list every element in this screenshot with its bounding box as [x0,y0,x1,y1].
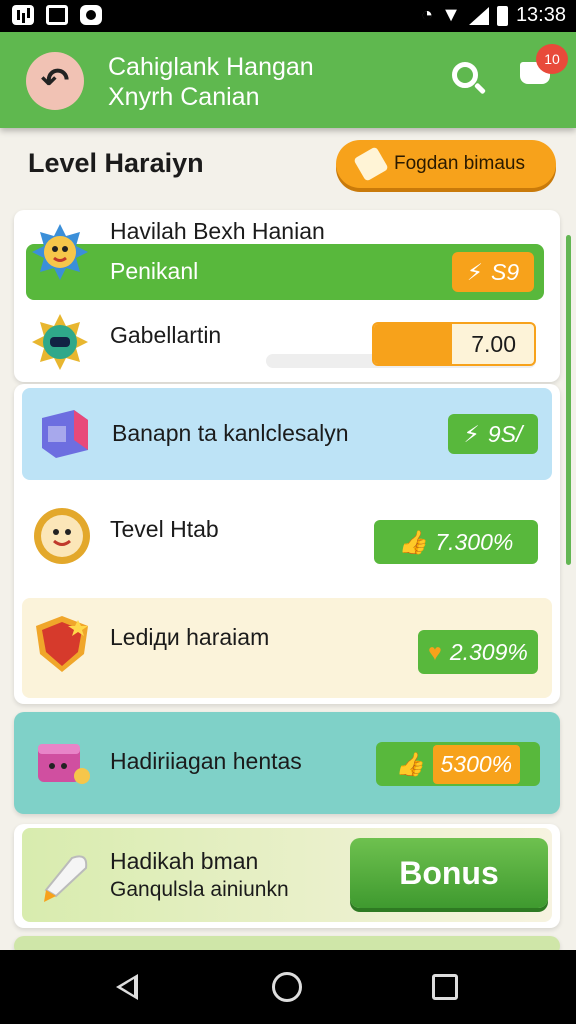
app-title: Cahiglank Hangan Xnyrh Canian [108,52,314,112]
list-item-task-3[interactable]: Lediди haraiam ♥ 2.309% [22,598,552,698]
shield-badge-icon [36,616,88,672]
chart-notification-icon [12,5,34,25]
scrollbar[interactable] [566,235,571,565]
list-item-teal[interactable]: Hadiriiagan hentas 👍 5300% [14,712,560,814]
search-button[interactable] [448,58,488,98]
list-item-label: Gabellartin [110,322,222,348]
cart-count-badge: 10 [536,44,568,74]
badge-value: 7.00 [471,330,516,357]
app-title-line1: Cahiglank Hangan [108,53,314,81]
gear-badge-icon [32,314,88,370]
list-item-label: Banapn ta kanlclesalyn [112,420,349,446]
heart-icon: ♥ [428,638,442,665]
value-badge: 👍 7.300% [374,520,538,564]
badge-value: 2.309% [449,638,528,665]
card-heading: Havilah Bexh Hanian [110,218,325,244]
treasure-box-icon [38,744,90,784]
bonus-button-label: Bonus [399,854,499,891]
back-button[interactable]: ↶ [26,52,84,110]
system-nav-bar [0,950,576,1024]
gift-icon [353,146,389,182]
list-item-label: Lediди haraiam [110,624,270,650]
list-item-label: Hadiriiagan hentas [110,748,302,774]
notification-icons [12,5,102,25]
nav-recents-icon[interactable] [432,974,458,1000]
badge-value: 7.300% [435,528,514,555]
badge-value: 9S/ [487,420,523,447]
smiley-medal-icon [34,508,90,564]
list-item-task-2[interactable]: Tevel Htab 👍 7.300% [22,490,552,590]
signal-icon [468,6,489,25]
battery-icon [496,5,508,26]
bonus-pill-button[interactable]: Fogdan bimaus [336,140,556,188]
bonus-button[interactable]: Bonus [350,838,548,908]
mascot-badge-icon [32,224,88,280]
list-item-label: Penikanl [110,258,199,284]
nav-home-icon[interactable] [272,972,302,1002]
wifi-icon: ▼ [441,4,461,26]
mail-notification-icon [46,5,68,25]
value-badge: ♥ 2.309% [418,630,538,674]
page-title: Level Haraiyn [28,148,204,178]
list-item-task-1[interactable]: Banapn ta kanlclesalyn ⚡ 9S/ [22,388,552,480]
badge-value: 5300% [432,744,521,784]
thumbs-up-icon: 👍 [395,750,425,777]
app-notification-icon [80,5,102,25]
progress-value-badge: 7.00 [372,322,536,366]
system-status: ◔ ▼ 13:38 [421,4,566,27]
reward-card: Havilah Bexh Hanian Penikanl ⚡ S9 Gabell… [14,210,560,382]
app-title-line2: Xnyrh Canian [108,83,260,111]
back-arrow-icon: ↶ [40,62,70,100]
bonus-pill-label: Fogdan bimaus [394,153,525,174]
list-item-penikanl[interactable]: Penikanl ⚡ S9 [26,244,544,300]
bonus-card-title: Hadikah bman [110,848,259,874]
badge-value: S9 [491,258,520,285]
value-badge: ⚡ S9 [452,252,534,292]
list-item-label: Tevel Htab [110,516,219,542]
bonus-card-subtitle: Ganqulsla ainiunkn [110,878,289,901]
alarm-icon: ◔ [421,4,434,26]
thumbs-up-icon: 👍 [398,528,428,555]
status-bar: ◔ ▼ 13:38 [0,0,576,32]
bonus-card: Hadikah bman Ganqulsla ainiunkn Bonus [14,824,560,928]
progress-fill [374,324,452,364]
bolt-icon: ⚡ [463,420,480,447]
task-list-card: Banapn ta kanlclesalyn ⚡ 9S/ Tevel Htab … [14,384,560,704]
nav-back-icon[interactable] [116,974,138,1000]
bolt-icon: ⚡ [466,258,483,285]
gift-box-icon [42,410,88,458]
bonus-card-body: Hadikah bman Ganqulsla ainiunkn Bonus [22,828,552,922]
rocket-icon [44,855,88,902]
app-bar: ↶ Cahiglank Hangan Xnyrh Canian [0,32,576,128]
value-badge: 👍 5300% [376,742,540,786]
value-badge: ⚡ 9S/ [448,414,538,454]
clock-time: 13:38 [515,4,566,26]
